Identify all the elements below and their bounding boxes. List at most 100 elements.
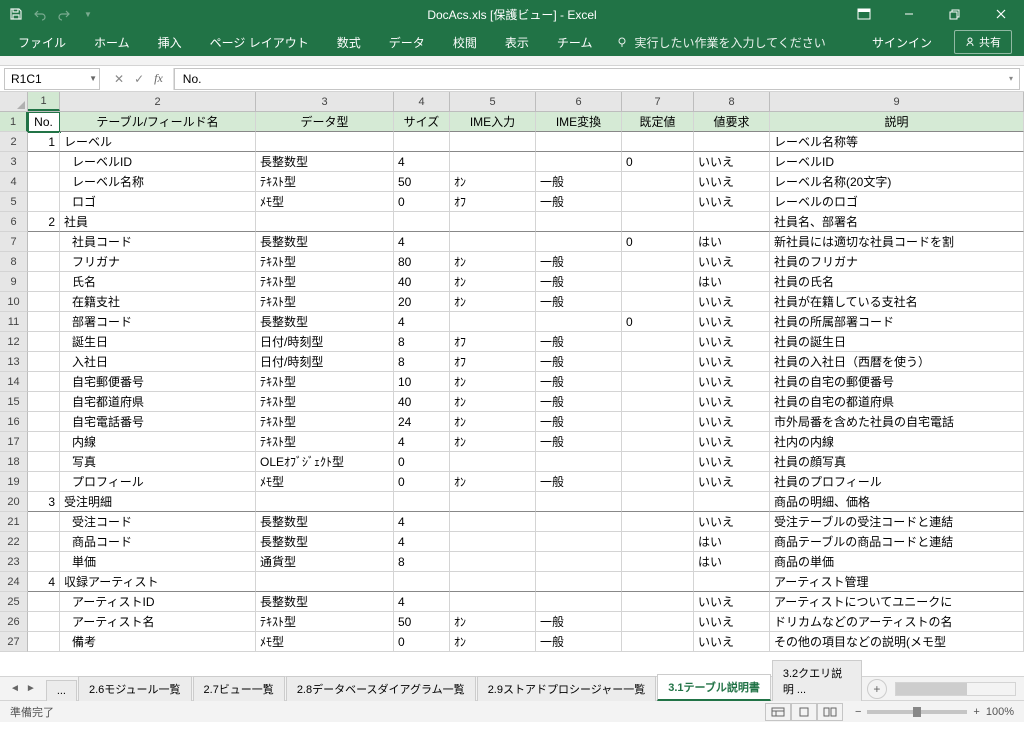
cell[interactable]: OLEｵﾌﾞｼﾞｪｸﾄ型 — [256, 452, 394, 472]
cell[interactable]: いいえ — [694, 152, 770, 172]
row-header[interactable]: 22 — [0, 532, 28, 552]
cell[interactable] — [536, 312, 622, 332]
cell[interactable]: ｵﾝ — [450, 632, 536, 652]
cell[interactable]: ﾃｷｽﾄ型 — [256, 252, 394, 272]
cell[interactable] — [28, 272, 60, 292]
row-header[interactable]: 26 — [0, 612, 28, 632]
cell[interactable]: いいえ — [694, 632, 770, 652]
horizontal-scrollbar[interactable] — [895, 682, 1016, 696]
cell[interactable] — [622, 472, 694, 492]
formula-input[interactable]: No. ▾ — [174, 68, 1020, 90]
cell[interactable] — [450, 492, 536, 512]
cell[interactable] — [536, 572, 622, 592]
cell[interactable]: ｵﾝ — [450, 252, 536, 272]
sheet-tab[interactable]: 2.7ビュー一覧 — [193, 676, 285, 701]
cell[interactable]: 社員コード — [60, 232, 256, 252]
cell[interactable]: 内線 — [60, 432, 256, 452]
cell-header[interactable]: データ型 — [256, 112, 394, 132]
cell[interactable]: 自宅都道府県 — [60, 392, 256, 412]
cell[interactable]: 一般 — [536, 272, 622, 292]
sheet-tab[interactable]: ... — [46, 680, 77, 701]
cell[interactable]: 社員の入社日（西暦を使う） — [770, 352, 1024, 372]
cell[interactable]: 社員名、部署名 — [770, 212, 1024, 232]
cell[interactable]: ｵﾌ — [450, 332, 536, 352]
cell[interactable] — [622, 492, 694, 512]
cell[interactable]: ドリカムなどのアーティストの名 — [770, 612, 1024, 632]
cell[interactable]: 社内の内線 — [770, 432, 1024, 452]
sheet-tab[interactable]: 2.8データベースダイアグラム一覧 — [286, 676, 476, 701]
tab-formulas[interactable]: 数式 — [323, 28, 375, 56]
cell[interactable]: 氏名 — [60, 272, 256, 292]
cell[interactable]: 一般 — [536, 412, 622, 432]
cell[interactable] — [622, 332, 694, 352]
cell[interactable]: プロフィール — [60, 472, 256, 492]
cell[interactable]: 社員の所属部署コード — [770, 312, 1024, 332]
qat-dropdown-icon[interactable]: ▼ — [80, 6, 96, 22]
row-header[interactable]: 17 — [0, 432, 28, 452]
cell[interactable]: 4 — [394, 432, 450, 452]
tab-file[interactable]: ファイル — [4, 28, 80, 56]
sheet-tab[interactable]: 2.9ストアドプロシージャー一覧 — [477, 676, 657, 701]
cell[interactable]: 自宅郵便番号 — [60, 372, 256, 392]
cell[interactable] — [694, 132, 770, 152]
ribbon-display-options-icon[interactable] — [846, 0, 882, 28]
cell[interactable]: レーベル — [60, 132, 256, 152]
cell-header[interactable]: IME入力 — [450, 112, 536, 132]
cell[interactable]: 部署コード — [60, 312, 256, 332]
cell[interactable]: アーティスト名 — [60, 612, 256, 632]
cell[interactable]: 社員のプロフィール — [770, 472, 1024, 492]
cell[interactable]: 一般 — [536, 372, 622, 392]
tab-data[interactable]: データ — [375, 28, 439, 56]
row-header[interactable]: 11 — [0, 312, 28, 332]
zoom-in-button[interactable]: + — [973, 706, 979, 718]
row-header[interactable]: 10 — [0, 292, 28, 312]
cell[interactable]: 4 — [394, 232, 450, 252]
cell[interactable]: 一般 — [536, 332, 622, 352]
cell[interactable]: 商品の単価 — [770, 552, 1024, 572]
cell[interactable] — [536, 552, 622, 572]
cell[interactable] — [622, 272, 694, 292]
cell[interactable] — [394, 492, 450, 512]
col-header[interactable]: 6 — [536, 92, 622, 111]
cell[interactable] — [450, 212, 536, 232]
col-header[interactable]: 5 — [450, 92, 536, 111]
cell[interactable]: ｵﾌ — [450, 352, 536, 372]
cell[interactable]: いいえ — [694, 332, 770, 352]
cell[interactable] — [450, 452, 536, 472]
cell[interactable]: 4 — [394, 512, 450, 532]
cell[interactable]: はい — [694, 532, 770, 552]
cell[interactable]: 4 — [394, 532, 450, 552]
cell[interactable]: ｵﾝ — [450, 392, 536, 412]
cell-header[interactable]: 値要求 — [694, 112, 770, 132]
cell[interactable]: 4 — [28, 572, 60, 592]
cell[interactable] — [28, 152, 60, 172]
cell[interactable] — [622, 412, 694, 432]
name-box[interactable]: R1C1 ▼ — [4, 68, 100, 90]
cell[interactable] — [28, 372, 60, 392]
tab-view[interactable]: 表示 — [491, 28, 543, 56]
cell[interactable]: 長整数型 — [256, 152, 394, 172]
cell[interactable] — [256, 572, 394, 592]
cell[interactable]: 10 — [394, 372, 450, 392]
cell[interactable]: ｵﾝ — [450, 372, 536, 392]
cell[interactable]: いいえ — [694, 452, 770, 472]
cell[interactable]: いいえ — [694, 352, 770, 372]
tab-home[interactable]: ホーム — [80, 28, 144, 56]
cell[interactable]: 80 — [394, 252, 450, 272]
zoom-out-button[interactable]: − — [855, 706, 861, 718]
col-header[interactable]: 2 — [60, 92, 256, 111]
cell[interactable]: いいえ — [694, 392, 770, 412]
cell[interactable]: 長整数型 — [256, 232, 394, 252]
cell[interactable]: アーティストについてユニークに — [770, 592, 1024, 612]
cell[interactable] — [622, 632, 694, 652]
cell[interactable] — [28, 472, 60, 492]
cell[interactable]: 商品の明細、価格 — [770, 492, 1024, 512]
cell[interactable] — [394, 572, 450, 592]
cell[interactable]: いいえ — [694, 432, 770, 452]
col-header[interactable]: 3 — [256, 92, 394, 111]
cell[interactable]: 一般 — [536, 292, 622, 312]
cell[interactable]: ﾃｷｽﾄ型 — [256, 372, 394, 392]
cell[interactable]: レーベル名称 — [60, 172, 256, 192]
tell-me-search[interactable]: 実行したい作業を入力してください — [606, 34, 835, 51]
tab-team[interactable]: チーム — [543, 28, 607, 56]
